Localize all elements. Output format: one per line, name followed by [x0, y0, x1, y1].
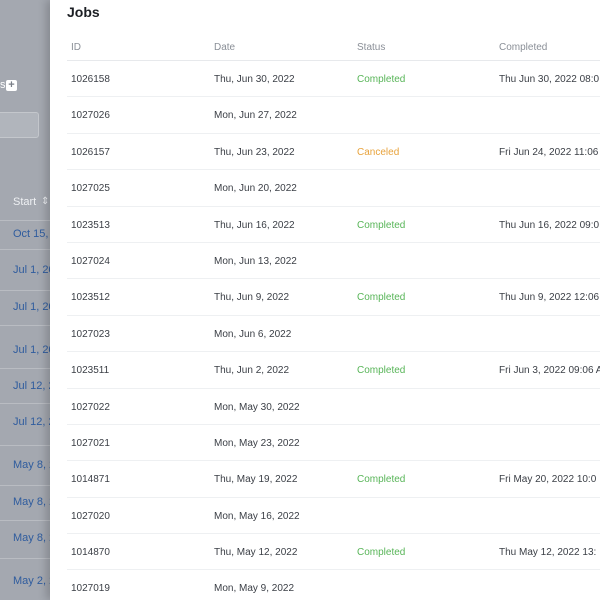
job-date: Mon, Jun 20, 2022 [214, 183, 297, 195]
job-completed: Fri Jun 24, 2022 11:06 [499, 146, 599, 158]
table-row[interactable]: 1014870 Thu, May 12, 2022 Completed Thu May… [67, 534, 600, 571]
start-link[interactable]: Jul 12, 2 [13, 380, 55, 392]
job-status: Completed [357, 292, 406, 304]
job-date: Mon, Jun 6, 2022 [214, 328, 292, 340]
table-row[interactable]: 1027026 Mon, Jun 27, 2022 [67, 97, 600, 134]
job-date: Mon, May 16, 2022 [214, 510, 300, 522]
start-link[interactable]: Jul 1, 20 [13, 301, 55, 313]
search-input[interactable] [0, 112, 39, 138]
job-id: 1027023 [71, 328, 110, 340]
panel-title: Jobs [67, 4, 100, 20]
plus-icon[interactable]: + [6, 80, 17, 91]
job-date: Thu, Jun 23, 2022 [214, 146, 295, 158]
job-date: Thu, Jun 9, 2022 [214, 292, 290, 304]
start-link[interactable]: May 2, 2 [13, 575, 55, 587]
table-row[interactable]: 1026158 Thu, Jun 30, 2022 Completed Thu Jun… [67, 61, 600, 98]
start-link[interactable]: Jul 1, 20 [13, 344, 55, 356]
job-date: Mon, May 23, 2022 [214, 437, 300, 449]
filter-label: s [0, 79, 6, 91]
job-date: Mon, Jun 27, 2022 [214, 110, 297, 122]
jobs-panel: Jobs ID Date Status Completed 1026158 Thu… [50, 0, 600, 600]
job-id: 1027026 [71, 110, 110, 122]
start-link[interactable]: Jul 12, 2 [13, 416, 55, 428]
jobs-table: ID Date Status Completed 1026158 Thu, Jun… [67, 36, 600, 600]
table-row[interactable]: 1026157 Thu, Jun 23, 2022 Canceled Fri Jun … [67, 134, 600, 171]
job-id: 1014871 [71, 474, 110, 486]
start-link[interactable]: May 8, 2 [13, 459, 55, 471]
table-row[interactable]: 1027025 Mon, Jun 20, 2022 [67, 170, 600, 207]
job-id: 1026157 [71, 146, 110, 158]
job-completed: Fri Jun 3, 2022 09:06 A [499, 365, 600, 377]
table-row[interactable]: 1014871 Thu, May 19, 2022 Completed Fri May… [67, 461, 600, 498]
job-id: 1026158 [71, 74, 110, 85]
job-id: 1027019 [71, 583, 110, 595]
job-id: 1014870 [71, 547, 110, 559]
job-date: Thu, Jun 2, 2022 [214, 365, 290, 377]
job-id: 1027025 [71, 183, 110, 195]
job-date: Thu, May 12, 2022 [214, 547, 298, 559]
table-row[interactable]: 1027022 Mon, May 30, 2022 [67, 389, 600, 425]
job-id: 1023513 [71, 219, 110, 231]
table-header: ID Date Status Completed [67, 36, 600, 61]
column-header-status: Status [357, 42, 386, 53]
column-header-id: ID [71, 42, 81, 53]
start-link[interactable]: May 8, 2 [13, 532, 55, 544]
table-row[interactable]: 1023513 Thu, Jun 16, 2022 Completed Thu Jun… [67, 207, 600, 243]
job-completed: Thu Jun 9, 2022 12:06 [499, 292, 600, 304]
table-row[interactable]: 1027021 Mon, May 23, 2022 [67, 425, 600, 462]
job-date: Thu, May 19, 2022 [214, 474, 298, 486]
table-row[interactable]: 1023511 Thu, Jun 2, 2022 Completed Fri Jun … [67, 352, 600, 389]
job-id: 1027021 [71, 437, 110, 449]
job-completed: Fri May 20, 2022 10:0 [499, 474, 597, 486]
job-id: 1027022 [71, 401, 110, 413]
table-row[interactable]: 1027024 Mon, Jun 13, 2022 [67, 243, 600, 280]
job-id: 1023511 [71, 365, 110, 377]
job-id: 1027024 [71, 255, 110, 267]
table-row[interactable]: 1023512 Thu, Jun 9, 2022 Completed Thu Jun … [67, 279, 600, 316]
job-status: Completed [357, 365, 406, 377]
job-completed: Thu Jun 30, 2022 08:0 [499, 74, 600, 85]
sort-updown-icon[interactable]: ⇕ [41, 196, 49, 207]
table-row[interactable]: 1027023 Mon, Jun 6, 2022 [67, 316, 600, 353]
job-date: Thu, Jun 30, 2022 [214, 74, 295, 85]
table-row[interactable]: 1027020 Mon, May 16, 2022 [67, 498, 600, 535]
start-link[interactable]: Jul 1, 20 [13, 264, 55, 276]
job-status: Completed [357, 547, 406, 559]
job-status: Completed [357, 219, 406, 231]
start-column-header[interactable]: Start [13, 196, 36, 208]
column-header-date: Date [214, 42, 236, 53]
job-completed: Thu May 12, 2022 13: [499, 547, 597, 559]
job-completed: Thu Jun 16, 2022 09:0 [499, 219, 600, 231]
job-id: 1027020 [71, 510, 110, 522]
job-date: Mon, Jun 13, 2022 [214, 255, 297, 267]
job-date: Thu, Jun 16, 2022 [214, 219, 295, 231]
start-link[interactable]: Oct 15, [13, 228, 48, 240]
job-status: Completed [357, 474, 406, 486]
start-link[interactable]: May 8, 2 [13, 496, 55, 508]
job-status: Completed [357, 74, 406, 85]
job-date: Mon, May 9, 2022 [214, 583, 295, 595]
job-date: Mon, May 30, 2022 [214, 401, 300, 413]
job-status: Canceled [357, 146, 400, 158]
table-row[interactable]: 1027019 Mon, May 9, 2022 [67, 570, 600, 600]
job-id: 1023512 [71, 292, 110, 304]
column-header-completed: Completed [499, 42, 548, 53]
